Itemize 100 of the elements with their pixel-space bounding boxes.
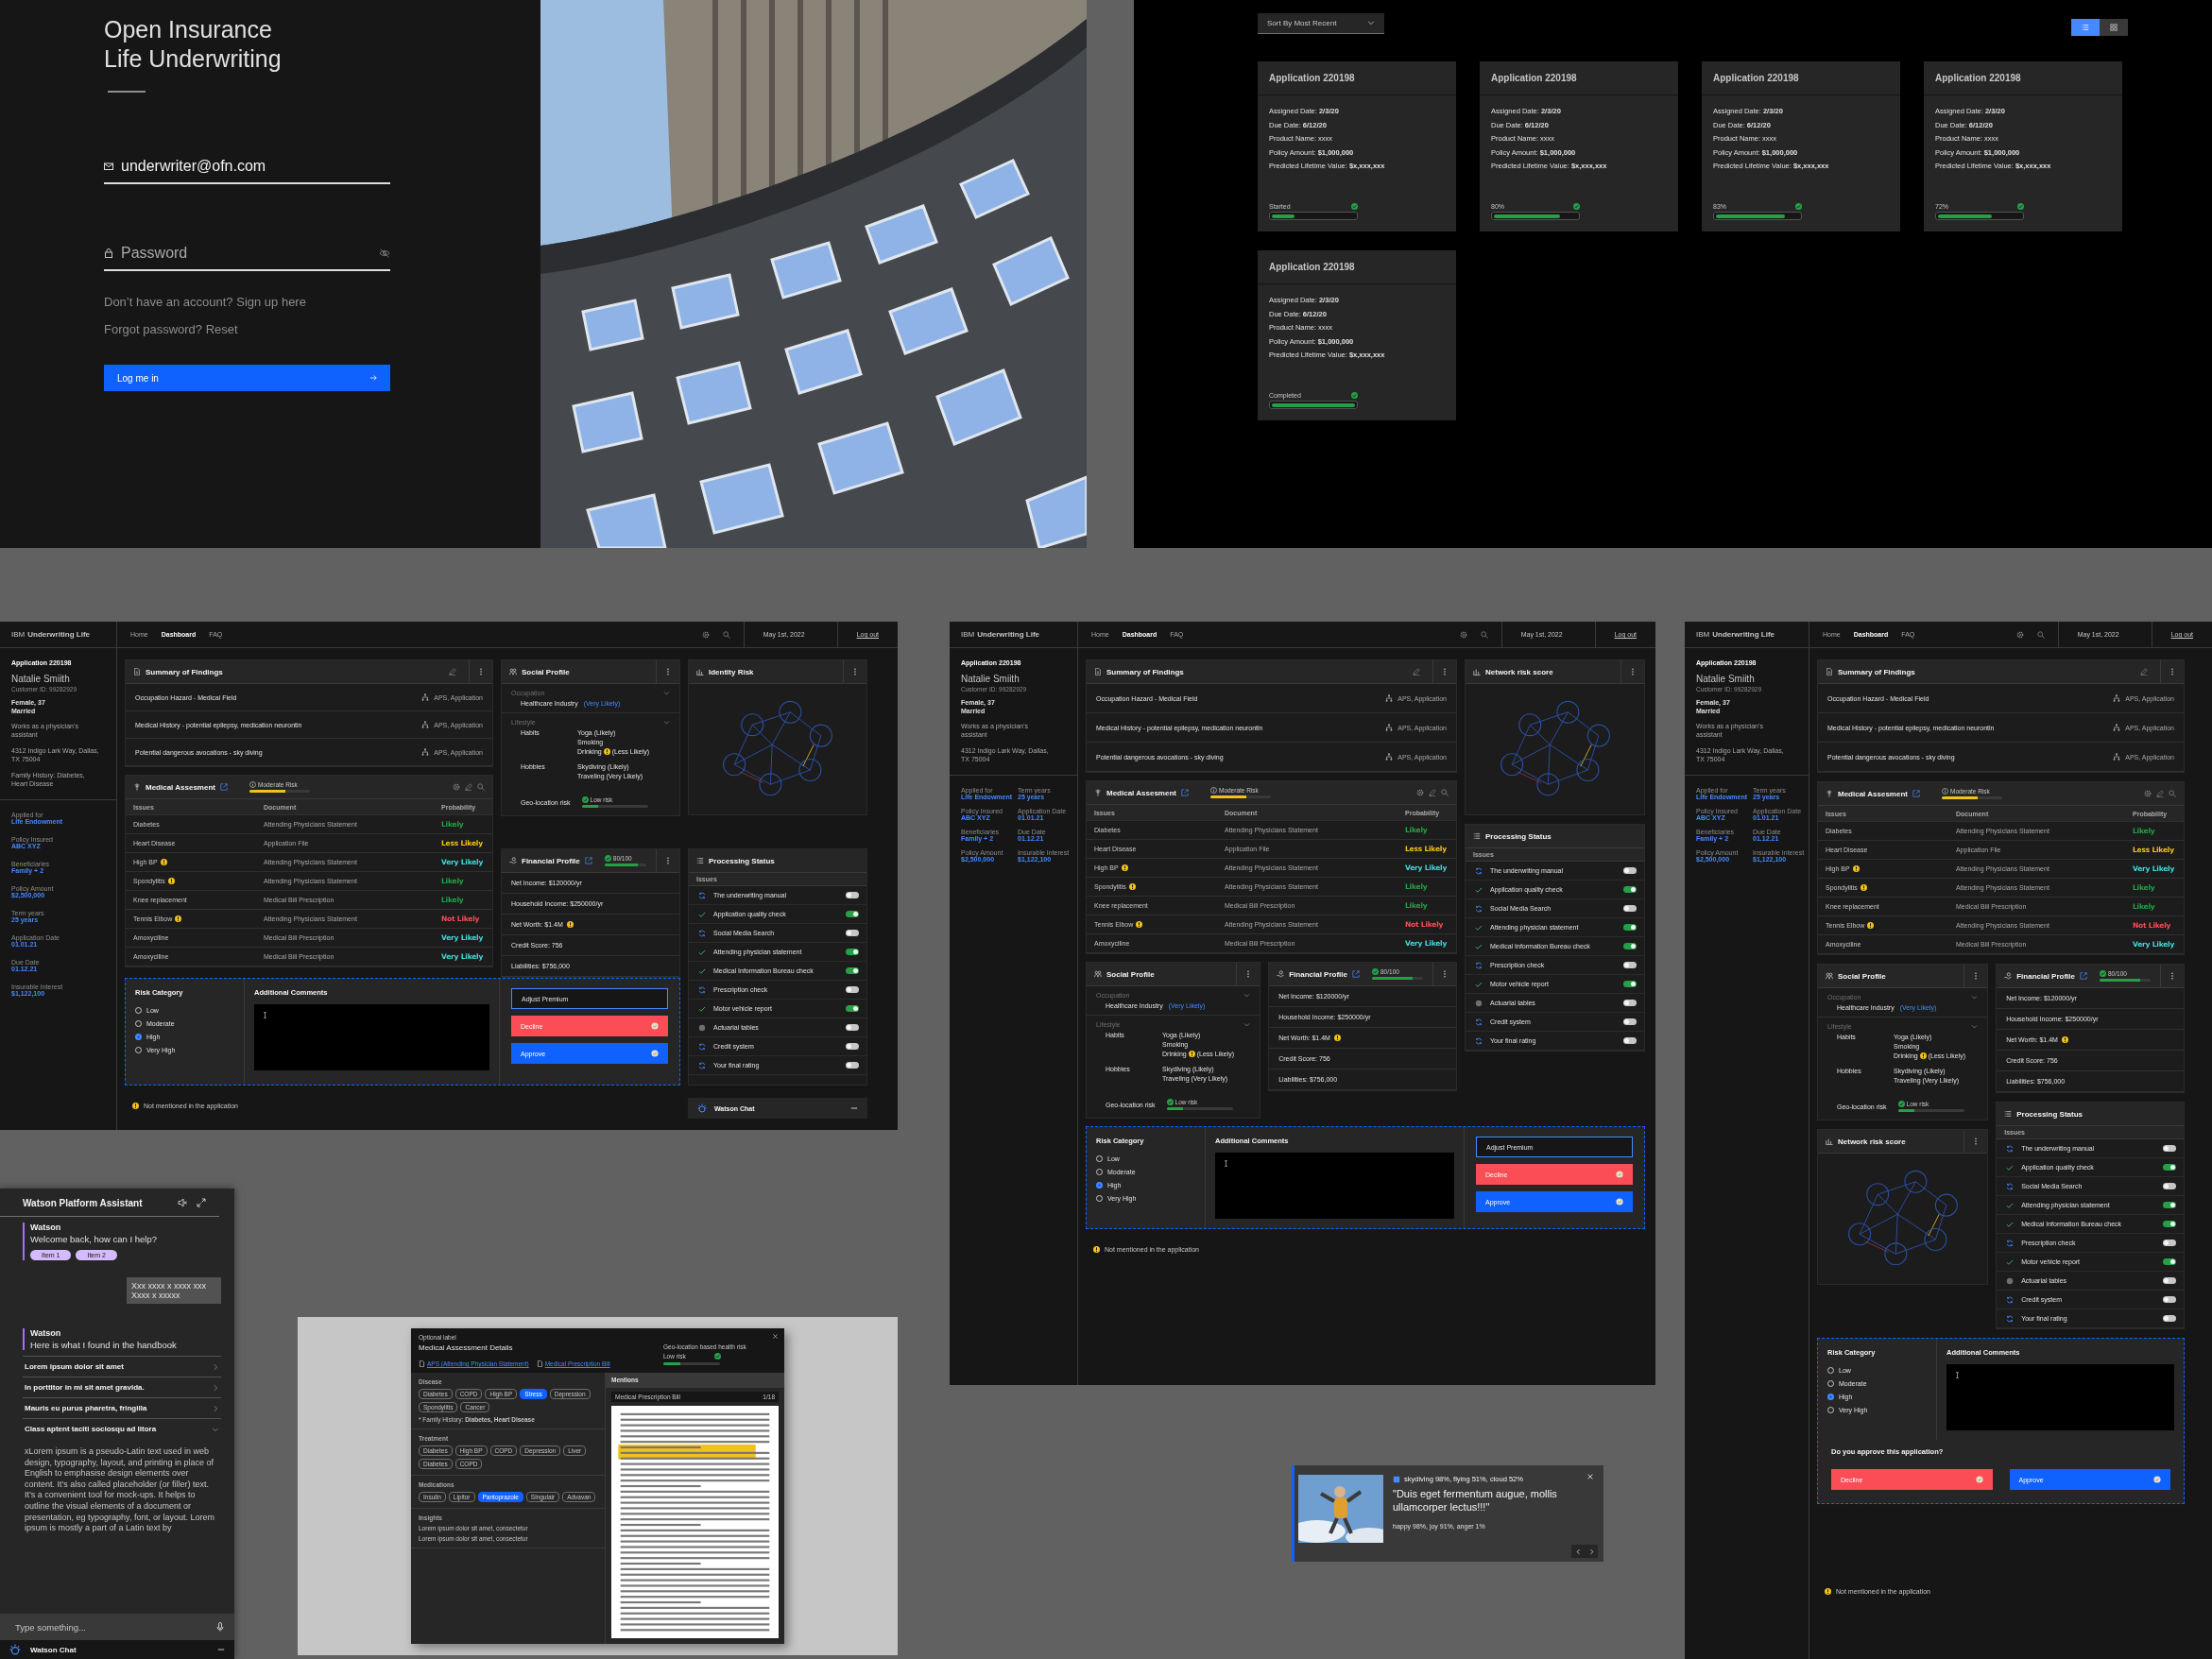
- overflow-menu-icon[interactable]: [2169, 668, 2176, 676]
- text-cursor-icon: [1223, 1160, 1229, 1167]
- settings-icon[interactable]: [1459, 630, 1467, 639]
- edit-icon[interactable]: [1413, 668, 1420, 676]
- account-link[interactable]: Don’t have an account? Sign up here: [104, 295, 540, 309]
- toggle-switch[interactable]: [2163, 1240, 2176, 1246]
- email-field[interactable]: underwriter@ofn.com: [121, 158, 390, 175]
- toggle-switch[interactable]: [1623, 867, 1637, 874]
- mute-icon[interactable]: [178, 1198, 187, 1207]
- message-field[interactable]: Type something...: [13, 1620, 215, 1633]
- minimize-icon[interactable]: [217, 1646, 225, 1653]
- eye-off-icon[interactable]: [379, 248, 390, 259]
- document-icon: [1094, 668, 1102, 676]
- toggle-switch[interactable]: [2163, 1258, 2176, 1265]
- toggle-switch[interactable]: [846, 986, 859, 993]
- external-link-icon[interactable]: [584, 857, 592, 864]
- panel-title: Financial Profile: [1289, 969, 1347, 979]
- toggle-switch[interactable]: [846, 892, 859, 898]
- accordion-item[interactable]: Lorem ipsum dolor sit amet: [23, 1356, 221, 1377]
- toggle-switch[interactable]: [2163, 1145, 2176, 1152]
- panel-title: Financial Profile: [2016, 971, 2075, 981]
- overflow-menu-icon[interactable]: [1629, 668, 1637, 676]
- toggle-switch[interactable]: [1623, 1037, 1637, 1044]
- account-link[interactable]: Forgot password? Reset: [104, 322, 540, 336]
- toggle-switch[interactable]: [846, 930, 859, 936]
- message-text: Here is what I found in the handbook: [30, 1340, 178, 1350]
- toggle-switch[interactable]: [2163, 1277, 2176, 1284]
- toggle-switch[interactable]: [1623, 886, 1637, 893]
- overflow-menu-icon[interactable]: [851, 668, 859, 676]
- toggle-switch[interactable]: [2163, 1164, 2176, 1171]
- toggle-switch[interactable]: [1623, 924, 1637, 931]
- accordion-item[interactable]: Class aptent taciti sociosqu ad litora: [23, 1418, 221, 1439]
- toggle-switch[interactable]: [1623, 905, 1637, 912]
- login-button[interactable]: Log me in: [104, 365, 390, 391]
- toggle-switch[interactable]: [2163, 1202, 2176, 1208]
- search-icon[interactable]: [2036, 630, 2045, 639]
- toggle-switch[interactable]: [846, 967, 859, 974]
- list-view-button[interactable]: [2071, 18, 2100, 36]
- password-field[interactable]: Password: [121, 245, 371, 262]
- toggle-switch[interactable]: [2163, 1183, 2176, 1189]
- edit-icon[interactable]: [449, 668, 456, 676]
- settings-icon[interactable]: [1416, 789, 1424, 796]
- comments-field[interactable]: [254, 1004, 489, 1070]
- external-link-icon[interactable]: [1912, 790, 1920, 797]
- overflow-menu-icon[interactable]: [477, 668, 485, 676]
- microphone-icon[interactable]: [215, 1622, 225, 1632]
- chat-input[interactable]: Type something...: [0, 1614, 234, 1640]
- chevron-down-icon[interactable]: [1367, 19, 1375, 26]
- comments-field[interactable]: [1946, 1364, 2174, 1430]
- toggle-switch[interactable]: [846, 1043, 859, 1050]
- search-icon[interactable]: [2169, 790, 2176, 797]
- edit-icon[interactable]: [2156, 790, 2164, 797]
- toggle-switch[interactable]: [846, 1005, 859, 1012]
- overflow-menu-icon[interactable]: [2169, 972, 2176, 980]
- grid-view-button[interactable]: [2100, 18, 2128, 36]
- sort-dropdown[interactable]: Sort By Most Recent: [1258, 12, 1384, 34]
- edit-icon[interactable]: [465, 783, 472, 791]
- edit-icon[interactable]: [1429, 789, 1436, 796]
- edit-icon[interactable]: [2140, 668, 2148, 676]
- external-link-icon[interactable]: [1180, 789, 1189, 796]
- settings-icon[interactable]: [453, 783, 460, 791]
- toggle-switch[interactable]: [846, 949, 859, 955]
- toggle-switch[interactable]: [1623, 943, 1637, 949]
- search-icon[interactable]: [1480, 630, 1488, 639]
- external-link-icon[interactable]: [1352, 970, 1360, 978]
- external-link-icon[interactable]: [219, 783, 228, 791]
- search-icon[interactable]: [1441, 789, 1449, 796]
- panel-title: Processing Status: [1485, 831, 1552, 841]
- toggle-switch[interactable]: [2163, 1315, 2176, 1322]
- lock-icon: [104, 248, 113, 258]
- toggle-switch[interactable]: [846, 911, 859, 917]
- panel-title: Identity Risk: [709, 667, 754, 676]
- toggle-switch[interactable]: [1623, 1018, 1637, 1025]
- toggle-switch[interactable]: [1623, 962, 1637, 968]
- toggle-switch[interactable]: [1623, 981, 1637, 987]
- toggle-switch[interactable]: [846, 1062, 859, 1069]
- toggle-switch[interactable]: [2163, 1296, 2176, 1303]
- search-icon[interactable]: [477, 783, 485, 791]
- minimize-icon[interactable]: [850, 1104, 858, 1112]
- toggle-switch[interactable]: [1623, 1000, 1637, 1006]
- close-icon[interactable]: [772, 1333, 779, 1340]
- card-title: Application 220198: [1480, 61, 1678, 95]
- check-circle-icon: [1372, 968, 1379, 975]
- hierarchy-icon: [2113, 724, 2121, 731]
- overflow-menu-icon[interactable]: [664, 857, 672, 864]
- toggle-switch[interactable]: [846, 1024, 859, 1031]
- search-icon[interactable]: [722, 630, 730, 639]
- overflow-menu-icon[interactable]: [1441, 970, 1449, 978]
- overflow-menu-icon[interactable]: [664, 668, 672, 676]
- overflow-menu-icon[interactable]: [1441, 668, 1449, 676]
- settings-icon[interactable]: [701, 630, 710, 639]
- document-icon: [133, 668, 141, 676]
- toggle-switch[interactable]: [2163, 1221, 2176, 1227]
- settings-icon[interactable]: [2144, 790, 2152, 797]
- expand-icon[interactable]: [197, 1198, 206, 1207]
- comments-field[interactable]: [1215, 1153, 1454, 1219]
- external-link-icon[interactable]: [2080, 972, 2087, 980]
- accordion-item[interactable]: Mauris eu purus pharetra, fringilla: [23, 1397, 221, 1418]
- accordion-item[interactable]: In porttitor in mi sit amet gravida.: [23, 1377, 221, 1397]
- settings-icon[interactable]: [2015, 630, 2024, 639]
